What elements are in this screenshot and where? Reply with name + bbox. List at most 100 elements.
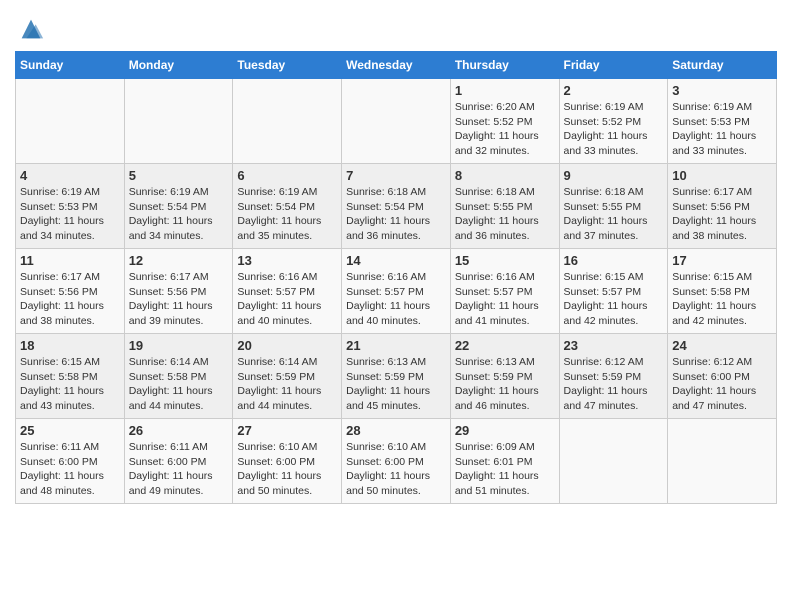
week-row-4: 18 Sunrise: 6:15 AM Sunset: 5:58 PM Dayli… (16, 334, 777, 419)
day-number: 23 (564, 338, 664, 353)
day-number: 20 (237, 338, 337, 353)
logo-icon (17, 15, 45, 43)
day-number: 11 (20, 253, 120, 268)
calendar-table: SundayMondayTuesdayWednesdayThursdayFrid… (15, 51, 777, 504)
day-info: Sunrise: 6:14 AM Sunset: 5:59 PM Dayligh… (237, 355, 337, 414)
day-info: Sunrise: 6:17 AM Sunset: 5:56 PM Dayligh… (129, 270, 229, 329)
header-day-saturday: Saturday (668, 52, 777, 79)
day-number: 15 (455, 253, 555, 268)
header-day-friday: Friday (559, 52, 668, 79)
day-cell: 4 Sunrise: 6:19 AM Sunset: 5:53 PM Daylig… (16, 164, 125, 249)
day-number: 4 (20, 168, 120, 183)
day-cell: 7 Sunrise: 6:18 AM Sunset: 5:54 PM Daylig… (342, 164, 451, 249)
day-cell: 21 Sunrise: 6:13 AM Sunset: 5:59 PM Dayli… (342, 334, 451, 419)
day-cell: 13 Sunrise: 6:16 AM Sunset: 5:57 PM Dayli… (233, 249, 342, 334)
page-header (15, 10, 777, 43)
day-info: Sunrise: 6:20 AM Sunset: 5:52 PM Dayligh… (455, 100, 555, 159)
day-number: 19 (129, 338, 229, 353)
header-day-monday: Monday (124, 52, 233, 79)
day-cell: 8 Sunrise: 6:18 AM Sunset: 5:55 PM Daylig… (450, 164, 559, 249)
calendar-header: SundayMondayTuesdayWednesdayThursdayFrid… (16, 52, 777, 79)
day-number: 25 (20, 423, 120, 438)
day-cell: 2 Sunrise: 6:19 AM Sunset: 5:52 PM Daylig… (559, 79, 668, 164)
day-number: 7 (346, 168, 446, 183)
day-cell: 10 Sunrise: 6:17 AM Sunset: 5:56 PM Dayli… (668, 164, 777, 249)
day-info: Sunrise: 6:19 AM Sunset: 5:53 PM Dayligh… (20, 185, 120, 244)
logo (15, 15, 45, 43)
day-cell: 29 Sunrise: 6:09 AM Sunset: 6:01 PM Dayli… (450, 419, 559, 504)
day-info: Sunrise: 6:09 AM Sunset: 6:01 PM Dayligh… (455, 440, 555, 499)
day-cell (342, 79, 451, 164)
day-cell: 11 Sunrise: 6:17 AM Sunset: 5:56 PM Dayli… (16, 249, 125, 334)
header-row: SundayMondayTuesdayWednesdayThursdayFrid… (16, 52, 777, 79)
day-info: Sunrise: 6:19 AM Sunset: 5:54 PM Dayligh… (129, 185, 229, 244)
day-number: 21 (346, 338, 446, 353)
day-cell: 15Sunrise: 6:16 AM Sunset: 5:57 PM Dayli… (450, 249, 559, 334)
day-info: Sunrise: 6:13 AM Sunset: 5:59 PM Dayligh… (346, 355, 446, 414)
day-cell (233, 79, 342, 164)
day-number: 12 (129, 253, 229, 268)
day-number: 2 (564, 83, 664, 98)
day-number: 10 (672, 168, 772, 183)
day-cell: 28 Sunrise: 6:10 AM Sunset: 6:00 PM Dayli… (342, 419, 451, 504)
day-cell: 3Sunrise: 6:19 AM Sunset: 5:53 PM Daylig… (668, 79, 777, 164)
day-cell (16, 79, 125, 164)
day-info: Sunrise: 6:15 AM Sunset: 5:58 PM Dayligh… (20, 355, 120, 414)
day-number: 16 (564, 253, 664, 268)
header-day-wednesday: Wednesday (342, 52, 451, 79)
day-cell: 24 Sunrise: 6:12 AM Sunset: 6:00 PM Dayli… (668, 334, 777, 419)
day-cell: 22 Sunrise: 6:13 AM Sunset: 5:59 PM Dayli… (450, 334, 559, 419)
day-number: 13 (237, 253, 337, 268)
day-number: 29 (455, 423, 555, 438)
day-info: Sunrise: 6:13 AM Sunset: 5:59 PM Dayligh… (455, 355, 555, 414)
day-info: Sunrise: 6:17 AM Sunset: 5:56 PM Dayligh… (672, 185, 772, 244)
day-cell: 17 Sunrise: 6:15 AM Sunset: 5:58 PM Dayli… (668, 249, 777, 334)
day-number: 6 (237, 168, 337, 183)
day-cell: 19 Sunrise: 6:14 AM Sunset: 5:58 PM Dayli… (124, 334, 233, 419)
day-cell: 9Sunrise: 6:18 AM Sunset: 5:55 PM Daylig… (559, 164, 668, 249)
day-number: 22 (455, 338, 555, 353)
day-info: Sunrise: 6:18 AM Sunset: 5:54 PM Dayligh… (346, 185, 446, 244)
week-row-1: 1Sunrise: 6:20 AM Sunset: 5:52 PM Daylig… (16, 79, 777, 164)
day-number: 9 (564, 168, 664, 183)
day-info: Sunrise: 6:15 AM Sunset: 5:57 PM Dayligh… (564, 270, 664, 329)
day-info: Sunrise: 6:14 AM Sunset: 5:58 PM Dayligh… (129, 355, 229, 414)
day-cell: 16 Sunrise: 6:15 AM Sunset: 5:57 PM Dayli… (559, 249, 668, 334)
day-number: 18 (20, 338, 120, 353)
day-cell: 12 Sunrise: 6:17 AM Sunset: 5:56 PM Dayli… (124, 249, 233, 334)
day-number: 3 (672, 83, 772, 98)
day-cell: 23 Sunrise: 6:12 AM Sunset: 5:59 PM Dayli… (559, 334, 668, 419)
day-cell: 18 Sunrise: 6:15 AM Sunset: 5:58 PM Dayli… (16, 334, 125, 419)
day-info: Sunrise: 6:11 AM Sunset: 6:00 PM Dayligh… (129, 440, 229, 499)
day-info: Sunrise: 6:15 AM Sunset: 5:58 PM Dayligh… (672, 270, 772, 329)
day-cell (124, 79, 233, 164)
day-number: 24 (672, 338, 772, 353)
day-cell: 25Sunrise: 6:11 AM Sunset: 6:00 PM Dayli… (16, 419, 125, 504)
day-number: 27 (237, 423, 337, 438)
day-info: Sunrise: 6:17 AM Sunset: 5:56 PM Dayligh… (20, 270, 120, 329)
day-info: Sunrise: 6:19 AM Sunset: 5:54 PM Dayligh… (237, 185, 337, 244)
day-number: 17 (672, 253, 772, 268)
week-row-2: 4 Sunrise: 6:19 AM Sunset: 5:53 PM Daylig… (16, 164, 777, 249)
day-cell (559, 419, 668, 504)
day-info: Sunrise: 6:16 AM Sunset: 5:57 PM Dayligh… (237, 270, 337, 329)
day-info: Sunrise: 6:10 AM Sunset: 6:00 PM Dayligh… (346, 440, 446, 499)
day-number: 28 (346, 423, 446, 438)
day-cell: 6 Sunrise: 6:19 AM Sunset: 5:54 PM Daylig… (233, 164, 342, 249)
day-number: 5 (129, 168, 229, 183)
day-number: 26 (129, 423, 229, 438)
calendar-body: 1Sunrise: 6:20 AM Sunset: 5:52 PM Daylig… (16, 79, 777, 504)
day-info: Sunrise: 6:10 AM Sunset: 6:00 PM Dayligh… (237, 440, 337, 499)
day-number: 8 (455, 168, 555, 183)
day-info: Sunrise: 6:12 AM Sunset: 6:00 PM Dayligh… (672, 355, 772, 414)
day-info: Sunrise: 6:19 AM Sunset: 5:52 PM Dayligh… (564, 100, 664, 159)
header-day-tuesday: Tuesday (233, 52, 342, 79)
header-day-sunday: Sunday (16, 52, 125, 79)
day-cell: 20 Sunrise: 6:14 AM Sunset: 5:59 PM Dayli… (233, 334, 342, 419)
day-info: Sunrise: 6:18 AM Sunset: 5:55 PM Dayligh… (455, 185, 555, 244)
week-row-5: 25 Sunrise: 6:11 AM Sunset: 6:00 PM Dayli… (16, 419, 777, 504)
day-cell: 5 Sunrise: 6:19 AM Sunset: 5:54 PM Daylig… (124, 164, 233, 249)
day-info: Sunrise: 6:12 AM Sunset: 5:59 PM Dayligh… (564, 355, 664, 414)
week-row-3: 11 Sunrise: 6:17 AM Sunset: 5:56 PM Dayli… (16, 249, 777, 334)
day-cell (668, 419, 777, 504)
